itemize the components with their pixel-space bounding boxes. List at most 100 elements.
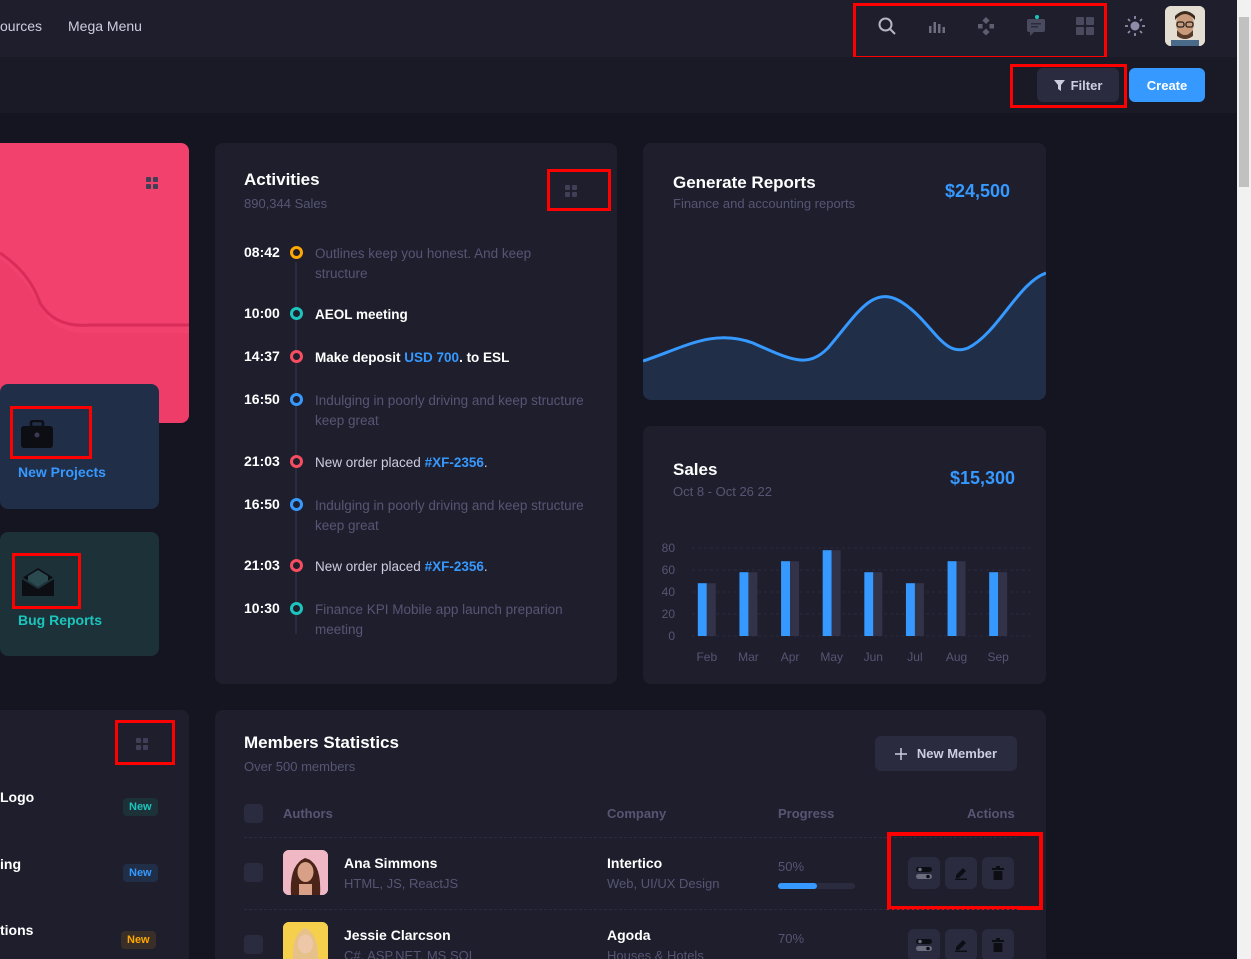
select-all-checkbox[interactable] xyxy=(244,804,263,823)
timeline-dot xyxy=(290,350,303,363)
envelope-icon xyxy=(21,568,55,596)
timeline-time: 10:00 xyxy=(244,305,280,321)
row-divider xyxy=(244,837,1017,838)
new-member-button[interactable]: New Member xyxy=(875,736,1017,771)
timeline-text: Indulging in poorly driving and keep str… xyxy=(315,498,584,533)
new-badge: New xyxy=(123,798,158,816)
timeline-dot xyxy=(290,455,303,468)
pencil-icon xyxy=(955,868,967,880)
progress-bar xyxy=(778,883,855,889)
list-menu-icon[interactable] xyxy=(136,738,148,750)
new-projects-tile[interactable]: New Projects xyxy=(0,384,159,509)
user-avatar[interactable] xyxy=(1165,6,1205,46)
row-checkbox[interactable] xyxy=(244,863,263,882)
timeline-time: 08:42 xyxy=(244,244,280,260)
toggle-button[interactable] xyxy=(908,857,940,889)
timeline-text: Finance KPI Mobile app launch preparion … xyxy=(315,602,563,637)
x-tick-label: Feb xyxy=(696,650,717,664)
new-badge: New xyxy=(121,931,156,949)
activities-menu-icon[interactable] xyxy=(565,185,577,197)
theme-sun-icon[interactable] xyxy=(1123,14,1147,38)
nav-link-mega-menu[interactable]: Mega Menu xyxy=(68,18,142,34)
timeline-text-part: Make deposit xyxy=(315,350,405,365)
order-link[interactable]: #XF-2356 xyxy=(425,455,484,470)
quick-links-icon[interactable] xyxy=(974,14,998,38)
bar xyxy=(748,572,758,636)
toggle-button[interactable] xyxy=(908,929,940,959)
timeline-text-part: New order placed xyxy=(315,559,425,574)
row-divider xyxy=(244,909,1017,910)
col-actions: Actions xyxy=(967,806,1015,821)
bug-reports-label: Bug Reports xyxy=(18,612,102,628)
new-badge: New xyxy=(123,864,158,882)
edit-button[interactable] xyxy=(945,929,977,959)
apps-grid-icon[interactable] xyxy=(1073,14,1097,38)
timeline-time: 21:03 xyxy=(244,453,280,469)
progress-value: 70% xyxy=(778,931,805,946)
x-tick-label: Mar xyxy=(738,650,759,664)
member-company-sub: Web, UI/UX Design xyxy=(607,876,720,891)
trash-icon xyxy=(992,866,1004,880)
new-projects-label: New Projects xyxy=(18,464,106,480)
bar xyxy=(831,550,841,636)
x-tick-label: Sep xyxy=(988,650,1010,664)
panel-menu-icon[interactable] xyxy=(146,177,158,189)
timeline-text-part: . xyxy=(483,559,488,574)
list-item-label[interactable]: tions xyxy=(0,922,33,938)
activity-chart-icon[interactable] xyxy=(925,14,949,38)
filter-button[interactable]: Filter xyxy=(1037,68,1119,102)
sales-bar-chart: 80 60 40 20 0 Feb Mar Apr May Jun Jul Aug Sep xyxy=(662,541,1033,664)
toggle-icon xyxy=(916,867,932,879)
top-header xyxy=(0,0,1237,57)
bar xyxy=(998,572,1008,636)
list-item-label[interactable]: ing xyxy=(0,856,21,872)
bar xyxy=(864,572,874,636)
bar xyxy=(914,583,924,636)
y-tick-label: 80 xyxy=(662,541,676,555)
y-tick-label: 60 xyxy=(662,563,676,577)
member-company: Intertico xyxy=(607,855,663,871)
row-checkbox[interactable] xyxy=(244,935,263,954)
member-company: Agoda xyxy=(607,927,651,943)
order-link[interactable]: #XF-2356 xyxy=(425,559,484,574)
progress-fill xyxy=(778,883,817,889)
member-name[interactable]: Jessie Clarcson xyxy=(344,927,451,943)
delete-button[interactable] xyxy=(982,929,1014,959)
delete-button[interactable] xyxy=(982,857,1014,889)
bug-reports-tile[interactable]: Bug Reports xyxy=(0,532,159,656)
col-authors[interactable]: Authors xyxy=(283,806,333,821)
timeline-time: 21:03 xyxy=(244,557,280,573)
bar xyxy=(989,572,999,636)
member-name[interactable]: Ana Simmons xyxy=(344,855,437,871)
red-summary-panel xyxy=(0,143,189,423)
x-tick-label: Jun xyxy=(864,650,883,664)
scrollbar-thumb[interactable] xyxy=(1239,17,1249,187)
timeline-time: 16:50 xyxy=(244,391,280,407)
search-icon[interactable] xyxy=(875,14,899,38)
nav-link-resources[interactable]: ources xyxy=(0,18,42,34)
filter-label: Filter xyxy=(1070,77,1103,93)
timeline-dot xyxy=(290,602,303,615)
progress-value: 50% xyxy=(778,859,805,874)
member-avatar xyxy=(283,850,328,895)
bar xyxy=(947,561,957,636)
bar xyxy=(739,572,749,636)
timeline-text-part: . xyxy=(483,455,488,470)
timeline-text: Outlines keep you honest. And keep struc… xyxy=(315,246,532,281)
col-company[interactable]: Company xyxy=(607,806,666,821)
list-item-label[interactable]: Logo xyxy=(0,789,34,805)
create-button[interactable]: Create xyxy=(1129,68,1205,102)
edit-button[interactable] xyxy=(945,857,977,889)
timeline-time: 14:37 xyxy=(244,348,280,364)
deposit-link[interactable]: USD 700 xyxy=(404,350,459,365)
chat-icon[interactable] xyxy=(1024,14,1048,38)
timeline-text: New order placed #XF-2356. xyxy=(315,453,585,473)
activities-title: Activities xyxy=(244,170,320,189)
timeline-dot xyxy=(290,307,303,320)
timeline-time: 16:50 xyxy=(244,496,280,512)
col-progress[interactable]: Progress xyxy=(778,806,834,821)
timeline-dot xyxy=(290,393,303,406)
timeline-text: AEOL meeting xyxy=(315,307,408,322)
y-tick-label: 20 xyxy=(662,607,676,621)
timeline-text: Indulging in poorly driving and keep str… xyxy=(315,393,584,428)
